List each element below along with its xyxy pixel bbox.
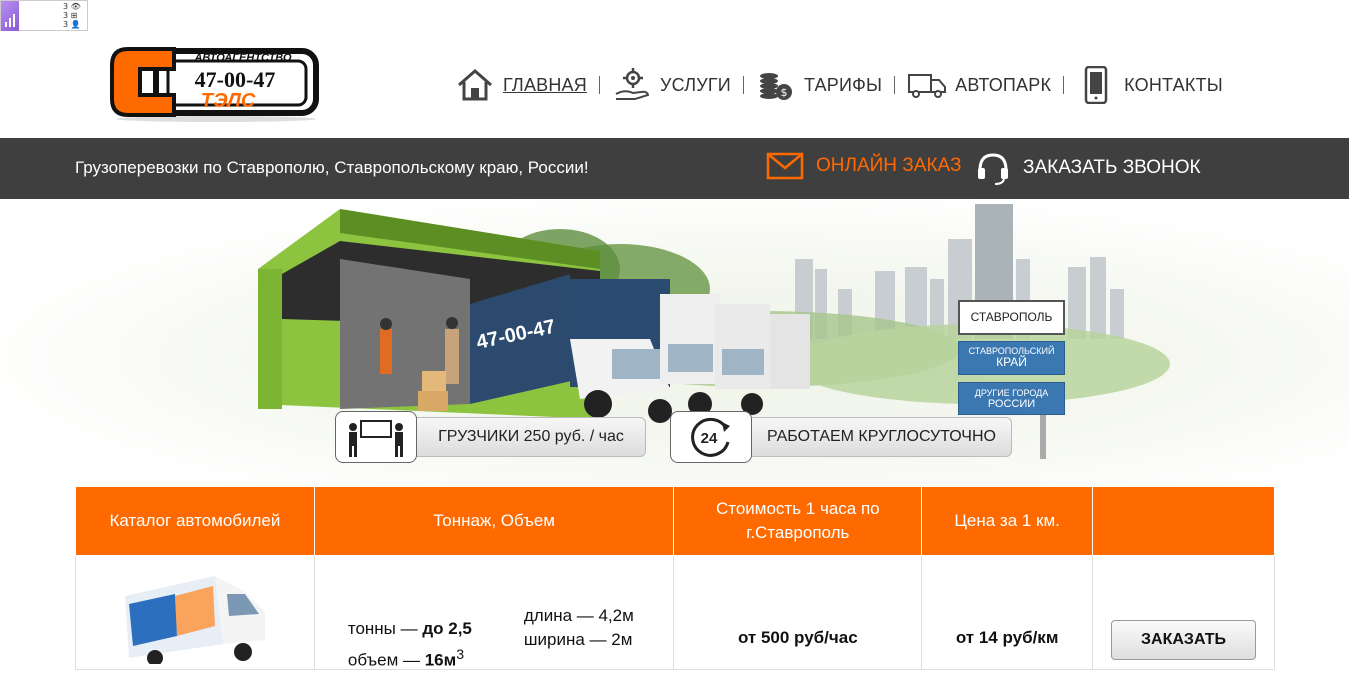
city-stavropol-region-button[interactable]: СТАВРОПОЛЬСКИЙ КРАЙ <box>958 341 1065 375</box>
visitor-counter-widget[interactable]: 3 👁 3 ⊞ 3 👤 <box>0 0 88 31</box>
table-header-row: Каталог автомобилей Тоннаж, Объем Стоимо… <box>75 486 1275 556</box>
headset-icon <box>978 153 1008 185</box>
svg-text:24: 24 <box>701 430 718 447</box>
nav-label-fleet: АВТОПАРК <box>955 74 1052 95</box>
hour-price-value: от 500 руб/час <box>737 628 858 647</box>
round-the-clock-text: РАБОТАЕМ КРУГЛОСУТОЧНО <box>767 428 996 445</box>
nav-label-services: УСЛУГИ <box>659 74 731 95</box>
city-other-small: ДРУГИЕ ГОРОДА <box>974 388 1049 398</box>
km-price-value: от 14 руб/км <box>955 628 1059 647</box>
column-header-catalog: Каталог автомобилей <box>75 486 315 556</box>
svg-text:47-00-47: 47-00-47 <box>195 67 276 92</box>
width-value: ширина — 2м <box>523 630 633 649</box>
nav-label-tariffs: ТАРИФЫ <box>803 74 883 95</box>
phone-icon <box>1076 66 1116 104</box>
hour-price-cell: от 500 руб/час <box>673 555 923 670</box>
request-callback-link[interactable]: ЗАКАЗАТЬ ЗВОНОК <box>975 150 1201 186</box>
volume-line: объем — 16м3 <box>348 642 472 674</box>
home-icon <box>455 67 495 103</box>
envelope-icon <box>766 152 804 180</box>
svg-text:ТЭЛС: ТЭЛС <box>201 90 256 112</box>
city-stavropol-button[interactable]: СТАВРОПОЛЬ <box>958 300 1065 335</box>
van-image[interactable] <box>115 566 275 666</box>
movers-icon <box>335 411 417 463</box>
clock-24-icon: 24 <box>670 411 752 463</box>
site-logo[interactable]: АВТОАГЕНТСТВО 47-00-47 ТЭЛС <box>108 43 326 123</box>
column-header-action <box>1092 486 1275 556</box>
round-the-clock-badge: 24 РАБОТАЕМ КРУГЛОСУТОЧНО <box>670 411 1012 463</box>
nav-divider <box>894 76 896 94</box>
stats-icon <box>1 1 19 31</box>
nav-item-services[interactable]: УСЛУГИ <box>612 67 731 103</box>
order-cell: ЗАКАЗАТЬ <box>1092 555 1275 670</box>
movers-price-badge: ГРУЗЧИКИ 250 руб. / час <box>335 411 646 463</box>
vehicle-catalog-table: Каталог автомобилей Тоннаж, Объем Стоимо… <box>75 486 1275 670</box>
city-other-russia-button[interactable]: ДРУГИЕ ГОРОДА РОССИИ <box>958 382 1065 415</box>
counter-values: 3 👁 3 ⊞ 3 👤 <box>63 2 81 29</box>
nav-item-home[interactable]: ГЛАВНАЯ <box>455 67 587 103</box>
nav-divider <box>598 76 600 94</box>
nav-divider <box>1063 76 1065 94</box>
gear-hand-icon <box>612 67 652 103</box>
km-price-cell: от 14 руб/км <box>921 555 1094 670</box>
svg-text:АВТОАГЕНТСТВО: АВТОАГЕНТСТВО <box>193 52 292 64</box>
online-order-label: ОНЛАЙН ЗАКАЗ <box>816 155 962 176</box>
column-header-km-price: Цена за 1 км. <box>921 486 1094 556</box>
table-row: тонны — до 2,5 объем — 16м3 длина — 4,2м… <box>75 555 1275 670</box>
callback-label: ЗАКАЗАТЬ ЗВОНОК <box>1023 157 1201 178</box>
movers-price-text: ГРУЗЧИКИ 250 руб. / час <box>438 428 624 445</box>
nav-label-contacts: КОНТАКТЫ <box>1124 74 1223 95</box>
nav-label-home: ГЛАВНАЯ <box>503 74 587 95</box>
online-order-link[interactable]: ОНЛАЙН ЗАКАЗ <box>766 152 961 180</box>
tonnage-cell: тонны — до 2,5 объем — 16м3 длина — 4,2м… <box>313 555 675 670</box>
site-header: АВТОАГЕНТСТВО 47-00-47 ТЭЛС ГЛАВНАЯ УСЛУ… <box>0 31 1349 138</box>
hero-banner: 47-00-47 СТАВРОПОЛЬ СТАВРОПОЛЬСКИЙ КРАЙ … <box>0 199 1349 487</box>
city-other-big: РОССИИ <box>987 398 1036 410</box>
nav-item-contacts[interactable]: КОНТАКТЫ <box>1076 66 1223 104</box>
column-header-hour-price: Стоимость 1 часа по г.Ставрополь <box>673 486 923 556</box>
tonnage-line: тонны — до 2,5 <box>348 616 472 642</box>
tons-value: до 2,5 <box>422 619 472 638</box>
coins-icon: $ <box>756 67 796 103</box>
truck-icon <box>907 67 947 103</box>
vehicle-image-cell <box>75 555 315 670</box>
svg-text:$: $ <box>780 86 787 99</box>
volume-unit-sup: 3 <box>456 647 465 663</box>
city-region-big: КРАЙ <box>996 355 1027 369</box>
order-button[interactable]: ЗАКАЗАТЬ <box>1111 620 1256 660</box>
site-tagline: Грузоперевозки по Ставрополю, Ставрополь… <box>75 158 589 177</box>
length-value: длина — 4,2м <box>523 606 634 625</box>
nav-divider <box>742 76 744 94</box>
main-nav: ГЛАВНАЯ УСЛУГИ $ ТАРИФЫ АВТОПАРК КОНТАКТ… <box>455 65 1223 105</box>
nav-item-tariffs[interactable]: $ ТАРИФЫ <box>756 67 882 103</box>
tons-label: тонны — <box>347 619 423 638</box>
column-header-tonnage: Тоннаж, Объем <box>313 486 675 556</box>
nav-item-fleet[interactable]: АВТОПАРК <box>907 67 1051 103</box>
info-bar: Грузоперевозки по Ставрополю, Ставрополь… <box>0 138 1349 199</box>
